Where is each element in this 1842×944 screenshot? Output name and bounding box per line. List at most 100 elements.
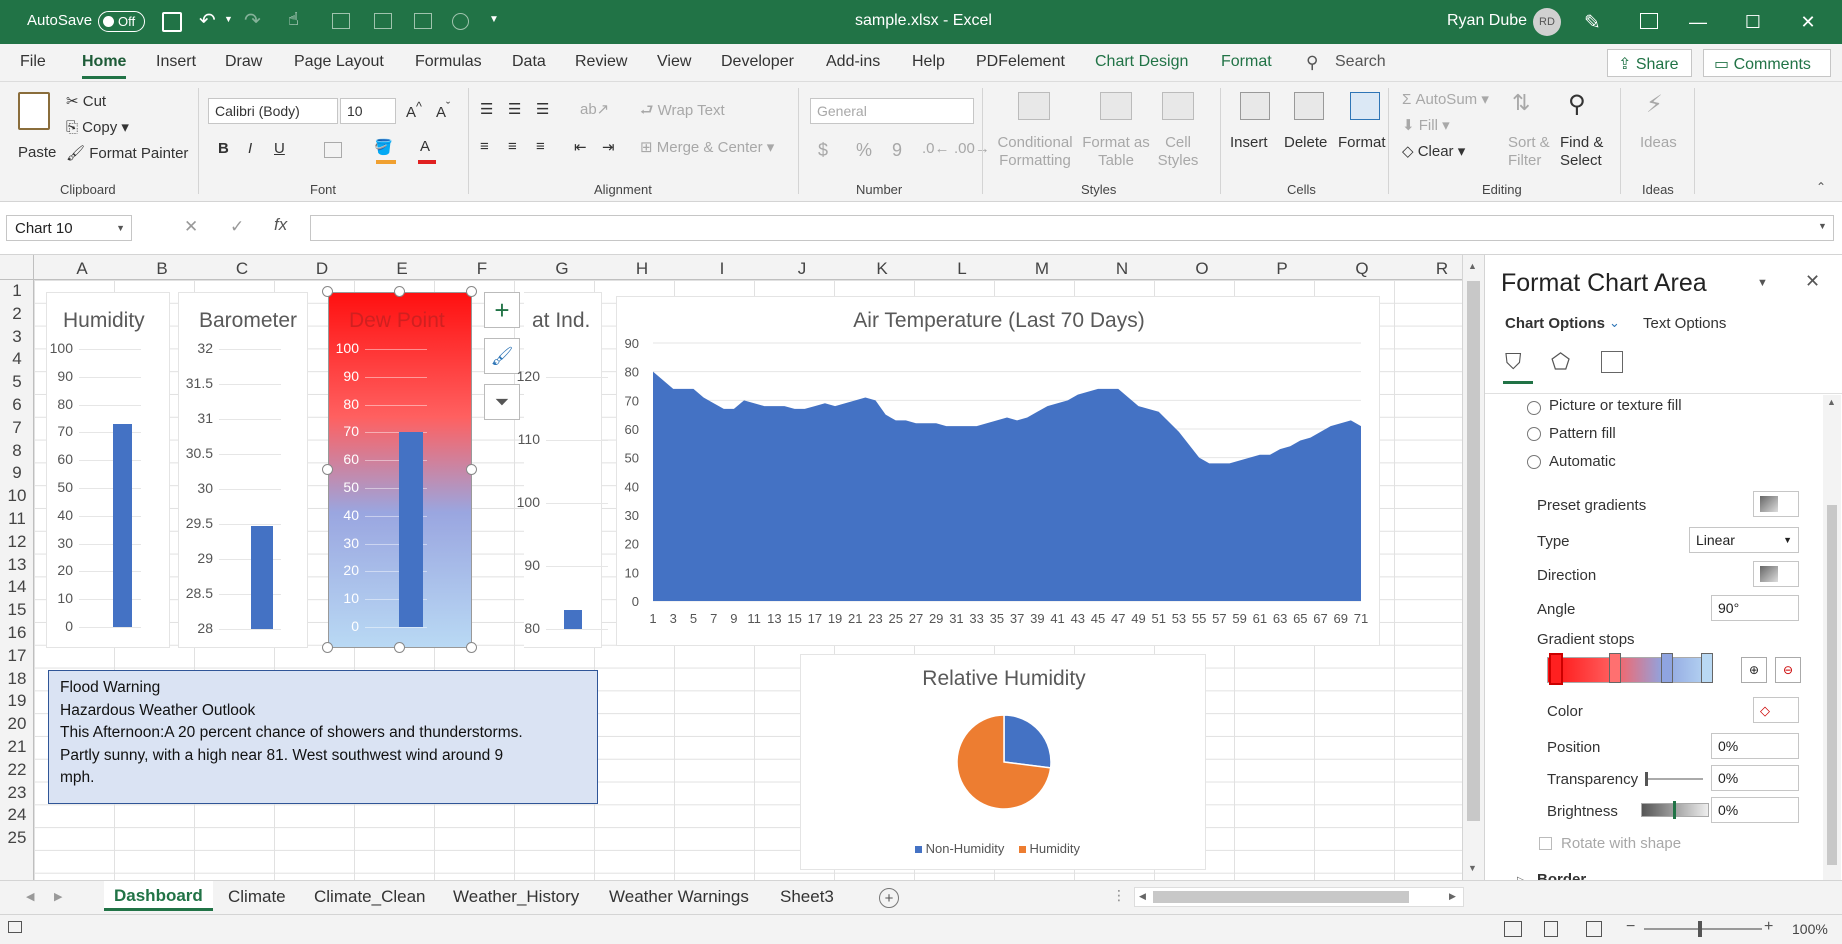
pane-options-dropdown-icon[interactable]: ▼ xyxy=(1757,277,1768,289)
merge-center-button[interactable]: ⊞ Merge & Center ▾ xyxy=(640,138,774,156)
gradient-stops-bar[interactable] xyxy=(1547,657,1713,683)
column-header[interactable]: D xyxy=(302,259,342,279)
row-header[interactable]: 20 xyxy=(0,714,34,734)
row-header[interactable]: 10 xyxy=(0,486,34,506)
copy-button[interactable]: ⎘ Copy ▾ xyxy=(66,118,129,136)
tab-home[interactable]: Home xyxy=(82,53,127,79)
tab-file[interactable]: File xyxy=(20,53,46,71)
automatic-radio[interactable] xyxy=(1527,455,1541,469)
tab-page-layout[interactable]: Page Layout xyxy=(294,53,384,71)
row-header[interactable]: 11 xyxy=(0,509,34,529)
orientation-icon[interactable]: ab↗ xyxy=(580,100,609,118)
ribbon-display-icon[interactable] xyxy=(1640,13,1658,29)
font-name-combo[interactable]: Calibri (Body) xyxy=(208,98,338,124)
format-as-table-button[interactable]: Format as Table xyxy=(1080,92,1152,172)
tab-add-ins[interactable]: Add-ins xyxy=(826,53,880,71)
sheet-tab-dashboard[interactable]: Dashboard xyxy=(104,881,213,911)
underline-button[interactable]: U xyxy=(274,140,285,157)
touch-mode-icon[interactable]: ☝ xyxy=(288,9,299,30)
insert-function-icon[interactable]: fx xyxy=(274,215,287,235)
row-header[interactable]: 4 xyxy=(0,349,34,369)
column-header[interactable]: E xyxy=(382,259,422,279)
brightness-input[interactable]: 0% xyxy=(1711,797,1799,823)
delete-button[interactable]: Delete xyxy=(1282,92,1336,172)
decrease-decimal-icon[interactable]: .00→ xyxy=(954,140,990,157)
transparency-slider-thumb[interactable] xyxy=(1645,772,1648,786)
text-options-tab[interactable]: Text Options xyxy=(1643,315,1726,332)
maximize-button[interactable]: ☐ xyxy=(1730,0,1776,44)
row-header[interactable]: 2 xyxy=(0,304,34,324)
increase-indent-icon[interactable]: ⇥ xyxy=(602,138,615,156)
row-header[interactable]: 7 xyxy=(0,418,34,438)
add-gradient-stop-icon[interactable]: ⊕ xyxy=(1741,657,1767,683)
cancel-icon[interactable]: ✕ xyxy=(184,217,198,237)
tab-insert[interactable]: Insert xyxy=(156,53,196,71)
next-sheet-icon[interactable]: ▶ xyxy=(54,890,62,903)
autosave-toggle[interactable]: Off xyxy=(98,11,145,32)
align-right-icon[interactable]: ≡ xyxy=(536,138,545,155)
search-icon[interactable]: ⚲ xyxy=(1306,53,1318,73)
cut-button[interactable]: ✂ Cut xyxy=(66,92,106,110)
row-header[interactable]: 9 xyxy=(0,463,34,483)
tab-format[interactable]: Format xyxy=(1221,53,1272,71)
chart-options-tab[interactable]: Chart Options xyxy=(1505,315,1605,332)
resize-handle-e[interactable] xyxy=(466,464,477,475)
color-picker-button[interactable]: ◇ xyxy=(1753,697,1799,723)
resize-handle-ne[interactable] xyxy=(466,286,477,297)
currency-icon[interactable]: $ xyxy=(818,140,828,161)
close-button[interactable]: ✕ xyxy=(1785,0,1831,44)
row-header[interactable]: 1 xyxy=(0,281,34,301)
expand-formula-icon[interactable]: ▼ xyxy=(1818,221,1827,231)
resize-handle-se[interactable] xyxy=(466,642,477,653)
undo-icon[interactable]: ↶ xyxy=(199,8,216,33)
name-box[interactable]: Chart 10 ▼ xyxy=(6,215,132,241)
autosum-button[interactable]: Σ AutoSum ▾ xyxy=(1402,90,1489,108)
tab-view[interactable]: View xyxy=(657,53,691,71)
increase-decimal-icon[interactable]: .0← xyxy=(922,140,950,157)
brightness-slider-thumb[interactable] xyxy=(1673,801,1676,819)
column-header[interactable]: C xyxy=(222,259,262,279)
picture-fill-radio[interactable] xyxy=(1527,401,1541,415)
row-header[interactable]: 14 xyxy=(0,577,34,597)
page-layout-view-icon[interactable] xyxy=(1544,921,1558,937)
minimize-button[interactable]: — xyxy=(1675,0,1721,44)
gradient-stop-1[interactable] xyxy=(1549,653,1563,685)
row-header[interactable]: 21 xyxy=(0,737,34,757)
row-header[interactable]: 25 xyxy=(0,828,34,848)
gradient-stop-3[interactable] xyxy=(1661,653,1673,683)
add-sheet-icon[interactable]: + xyxy=(879,888,899,908)
transparency-slider[interactable] xyxy=(1645,778,1703,780)
column-header[interactable]: J xyxy=(782,259,822,279)
row-header[interactable]: 22 xyxy=(0,760,34,780)
pattern-fill-radio[interactable] xyxy=(1527,427,1541,441)
wrap-text-button[interactable]: ⮐ Wrap Text xyxy=(640,100,725,125)
zoom-level[interactable]: 100% xyxy=(1792,921,1828,937)
worksheet-grid[interactable]: Humidity 100 90 80 70 60 50 40 30 20 10 0 Baromete… xyxy=(34,280,1462,880)
tab-split-handle[interactable]: ⋮ xyxy=(1112,887,1126,904)
insert-button[interactable]: Insert xyxy=(1228,92,1282,172)
close-pane-icon[interactable]: ✕ xyxy=(1805,271,1820,292)
font-color-icon[interactable]: A xyxy=(420,138,430,155)
type-select[interactable]: Linear ▼ xyxy=(1689,527,1799,553)
select-all-corner[interactable] xyxy=(0,255,34,280)
macro-record-icon[interactable] xyxy=(8,921,22,933)
column-header[interactable]: L xyxy=(942,259,982,279)
size-properties-icon[interactable] xyxy=(1601,351,1623,373)
heat-index-chart[interactable]: at Ind. 120 110 100 90 80 xyxy=(517,292,608,648)
pane-scrollbar[interactable]: ▲ ▼ xyxy=(1823,395,1841,899)
borders-icon[interactable] xyxy=(324,142,342,158)
comments-button[interactable]: ▭ Comments xyxy=(1703,49,1831,77)
align-left-icon[interactable]: ≡ xyxy=(480,138,489,155)
avatar[interactable]: RD xyxy=(1533,8,1561,36)
page-break-view-icon[interactable] xyxy=(1586,921,1602,937)
rotate-with-shape-checkbox[interactable] xyxy=(1539,837,1552,850)
customize-qat-icon[interactable]: ▼ xyxy=(489,14,499,25)
humidity-chart[interactable]: Humidity 100 90 80 70 60 50 40 30 20 10 0 xyxy=(46,292,170,648)
zoom-slider-thumb[interactable] xyxy=(1698,921,1702,937)
prev-sheet-icon[interactable]: ◀ xyxy=(26,890,34,903)
font-size-combo[interactable]: 10 xyxy=(340,98,396,124)
relative-humidity-chart[interactable]: Relative Humidity Non-Humidity Humidity xyxy=(800,654,1206,870)
row-header[interactable]: 5 xyxy=(0,372,34,392)
angle-input[interactable]: 90° xyxy=(1711,595,1799,621)
row-header[interactable]: 16 xyxy=(0,623,34,643)
